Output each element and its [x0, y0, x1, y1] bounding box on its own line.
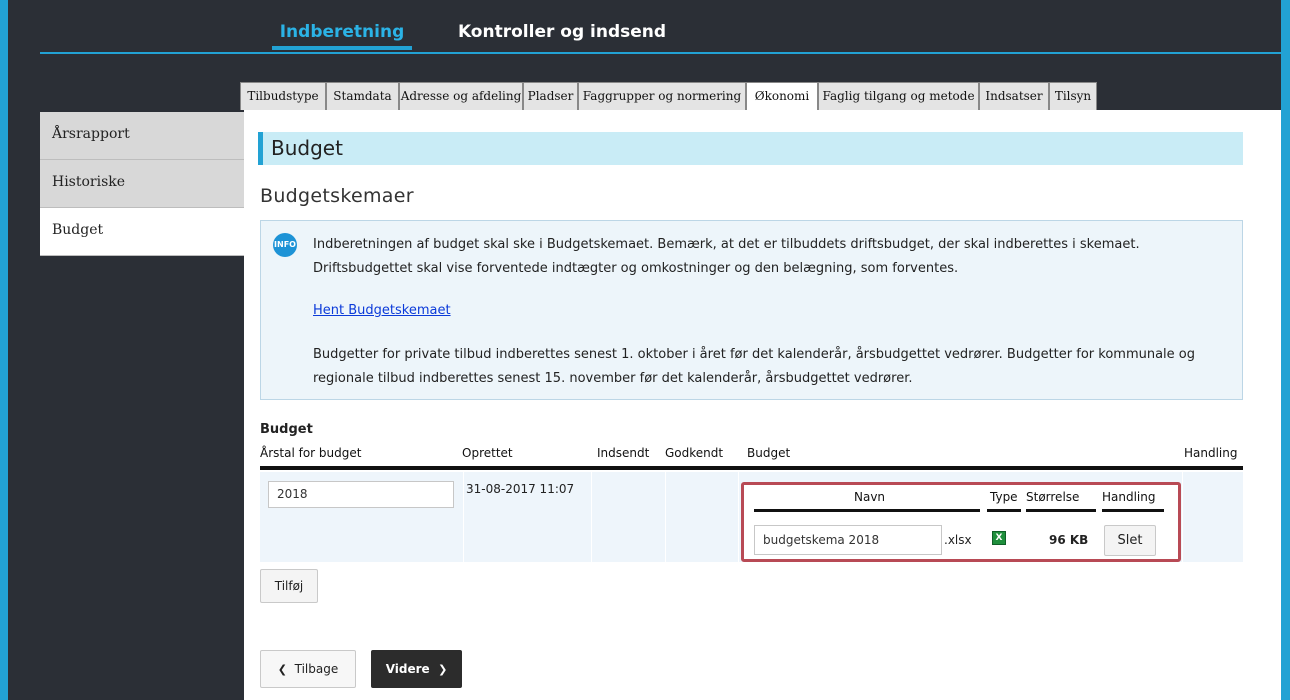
page-title-bar: Budget	[258, 132, 1243, 165]
info-icon: INFO	[273, 233, 297, 257]
file-header-divider	[754, 509, 980, 512]
subtab-okonomi[interactable]: Økonomi	[746, 82, 818, 110]
file-size: 96 KB	[1049, 533, 1089, 547]
top-navigation-underline	[40, 52, 1281, 54]
info-box: INFO Indberetningen af budget skal ske i…	[260, 220, 1243, 400]
window-frame-right	[1281, 0, 1290, 700]
chevron-left-icon: ❮	[277, 663, 287, 676]
file-header-name: Navn	[854, 490, 886, 504]
info-text-line: regionale tilbud indberettes senest 15. …	[313, 371, 913, 386]
file-extension: .xlsx	[944, 533, 972, 547]
window-frame-left	[0, 0, 8, 700]
column-separator	[591, 472, 592, 562]
info-text-line: Indberetningen af budget skal ske i Budg…	[313, 237, 1140, 252]
created-timestamp: 31-08-2017 11:07	[466, 482, 575, 496]
back-button[interactable]: ❮ Tilbage	[260, 650, 356, 688]
budget-table-caption: Budget	[260, 422, 313, 437]
subtab-faglig-tilgang-og-metode[interactable]: Faglig tilgang og metode	[818, 82, 979, 110]
column-header-created: Oprettet	[462, 446, 513, 460]
column-separator	[463, 472, 464, 562]
app-window: Indberetning Kontroller og indsend Tilbu…	[8, 0, 1281, 700]
subtab-indsatser[interactable]: Indsatser	[979, 82, 1049, 110]
subtab-pladser[interactable]: Pladser	[523, 82, 578, 110]
excel-file-icon[interactable]: X	[992, 531, 1006, 545]
file-header-divider	[1026, 509, 1096, 512]
section-title: Budgetskemaer	[260, 185, 414, 207]
file-header-action: Handling	[1102, 490, 1156, 504]
budget-year-input[interactable]: 2018	[268, 481, 454, 508]
delete-file-button[interactable]: Slet	[1104, 525, 1156, 556]
info-text-line: Driftsbudgettet skal vise forventede ind…	[313, 261, 959, 276]
subtab-faggrupper-og-normering[interactable]: Faggrupper og normering	[578, 82, 746, 110]
add-budget-button[interactable]: Tilføj	[260, 569, 318, 603]
column-separator	[738, 472, 739, 562]
file-header-divider	[1102, 509, 1164, 512]
main-content: Budget Budgetskemaer INFO Indberetningen…	[244, 110, 1281, 700]
next-button[interactable]: Videre ❯	[371, 650, 462, 688]
back-button-label: Tilbage	[294, 662, 339, 676]
file-name-input[interactable]: budgetskema 2018	[754, 525, 942, 555]
top-navigation: Indberetning Kontroller og indsend	[8, 0, 1281, 54]
column-header-budget: Budget	[747, 446, 791, 460]
table-header-divider	[260, 466, 1243, 470]
tab-kontroller-og-indsend[interactable]: Kontroller og indsend	[452, 14, 672, 52]
file-header-divider	[987, 509, 1021, 512]
info-text-line: Budgetter for private tilbud indberettes…	[313, 347, 1196, 362]
column-separator	[1182, 472, 1183, 562]
subtab-stamdata[interactable]: Stamdata	[326, 82, 399, 110]
sidebar-item-arsrapport[interactable]: Årsrapport	[40, 112, 244, 160]
column-header-year: Årstal for budget	[260, 446, 362, 460]
subtab-adresse-og-afdeling[interactable]: Adresse og afdeling	[399, 82, 523, 110]
next-button-label: Videre	[385, 662, 430, 676]
column-separator	[665, 472, 666, 562]
chevron-right-icon: ❯	[438, 663, 448, 676]
download-budget-schema-link[interactable]: Hent Budgetskemaet	[313, 303, 451, 318]
sidebar-item-budget[interactable]: Budget	[40, 208, 244, 256]
column-header-submitted: Indsendt	[597, 446, 650, 460]
budget-files-panel: Navn Type Størrelse Handling budgetskema…	[741, 482, 1181, 562]
page-title: Budget	[271, 136, 343, 160]
subtab-tilsyn[interactable]: Tilsyn	[1049, 82, 1097, 110]
column-header-approved: Godkendt	[665, 446, 724, 460]
sidebar-item-historiske[interactable]: Historiske	[40, 160, 244, 208]
subtab-tilbudstype[interactable]: Tilbudstype	[240, 82, 326, 110]
column-header-action: Handling	[1184, 446, 1238, 460]
tab-indberetning[interactable]: Indberetning	[272, 14, 412, 52]
file-header-size: Størrelse	[1026, 490, 1080, 504]
file-header-type: Type	[990, 490, 1018, 504]
